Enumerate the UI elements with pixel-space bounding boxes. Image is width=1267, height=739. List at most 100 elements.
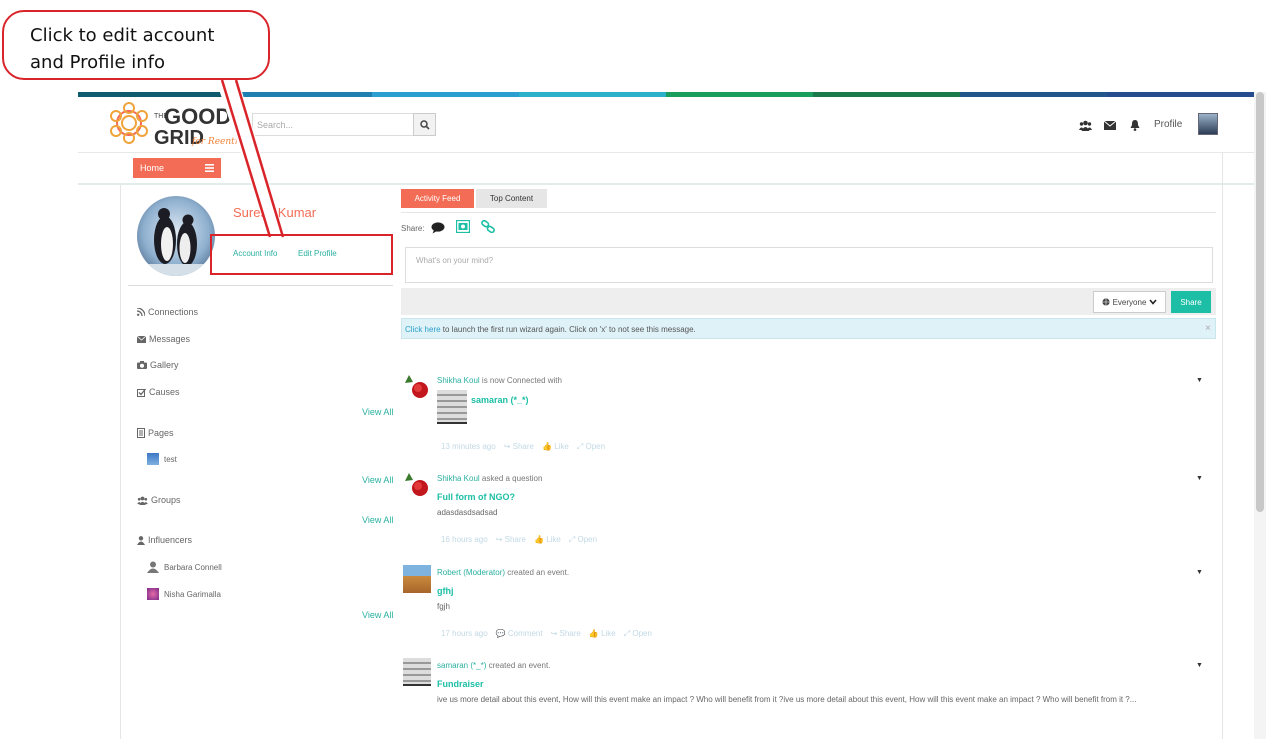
bell-icon[interactable] bbox=[1128, 118, 1142, 132]
post-actions: 17 hours ago 💬 Comment ↪ Share 👍 Like ⤢ … bbox=[441, 629, 652, 639]
sidebar-item-connections[interactable]: Connections bbox=[137, 307, 198, 317]
checkbox-icon bbox=[137, 388, 146, 397]
post-title-link[interactable]: Fundraiser bbox=[437, 679, 484, 689]
post-body: fgjh bbox=[437, 602, 450, 611]
share-button[interactable]: Share bbox=[1171, 291, 1211, 313]
post-timestamp: 13 minutes ago bbox=[441, 442, 496, 451]
post-author-avatar[interactable] bbox=[403, 373, 431, 401]
post-title-link[interactable]: gfhj bbox=[437, 586, 454, 596]
post-body: ive us more detail about this event, How… bbox=[437, 695, 1137, 704]
search-button[interactable] bbox=[413, 113, 436, 136]
profile-link[interactable]: Profile bbox=[1154, 119, 1182, 130]
influencer-avatar bbox=[147, 588, 159, 600]
comment-action[interactable]: 💬 Comment bbox=[496, 629, 543, 639]
post-author-link[interactable]: samaran (*_*) bbox=[437, 661, 486, 670]
nav-divider bbox=[78, 183, 1254, 185]
globe-icon bbox=[1101, 298, 1110, 306]
post-author-avatar[interactable] bbox=[403, 471, 431, 499]
groups-icon[interactable] bbox=[1078, 118, 1092, 132]
post-author-link[interactable]: Shikha Koul bbox=[437, 474, 480, 483]
status-textarea[interactable]: What's on your mind? bbox=[405, 247, 1213, 283]
post-author-link[interactable]: Robert (Moderator) bbox=[437, 568, 505, 577]
document-icon bbox=[137, 428, 145, 438]
comment-icon[interactable] bbox=[431, 221, 445, 239]
profile-avatar[interactable] bbox=[137, 196, 215, 276]
tabs-divider bbox=[401, 212, 1216, 213]
envelope-icon[interactable] bbox=[1103, 118, 1117, 132]
groups-icon bbox=[137, 496, 148, 505]
menu-icon bbox=[205, 164, 214, 172]
post-title-link[interactable]: Full form of NGO? bbox=[437, 492, 515, 502]
envelope-icon bbox=[137, 335, 146, 343]
post-body: adasdasdsadsad bbox=[437, 508, 498, 517]
sidebar-divider bbox=[128, 285, 393, 286]
sidebar-item-messages[interactable]: Messages bbox=[137, 334, 190, 344]
pages-view-all-link[interactable]: View All bbox=[362, 475, 393, 485]
photo-icon[interactable] bbox=[455, 219, 471, 238]
profile-name: Suresh Kumar bbox=[233, 205, 317, 220]
user-icon bbox=[147, 561, 159, 573]
header-divider bbox=[78, 152, 1254, 153]
sidebar-item-pages[interactable]: Pages bbox=[137, 428, 174, 438]
audience-dropdown[interactable]: Everyone bbox=[1093, 291, 1166, 313]
open-action[interactable]: ⤢ Open bbox=[577, 442, 605, 452]
post-meta: Shikha Koul asked a question bbox=[437, 474, 543, 483]
post-menu-caret[interactable]: ▼ bbox=[1196, 569, 1203, 576]
tab-activity-feed[interactable]: Activity Feed bbox=[401, 189, 474, 208]
share-action[interactable]: ↪ Share bbox=[496, 535, 526, 545]
post-timestamp: 17 hours ago bbox=[441, 629, 488, 638]
camera-icon bbox=[137, 361, 147, 369]
close-icon[interactable]: × bbox=[1205, 323, 1211, 334]
chevron-down-icon bbox=[1149, 299, 1157, 305]
post-meta: Shikha Koul is now Connected with bbox=[437, 376, 562, 385]
connection-avatar[interactable] bbox=[437, 390, 467, 424]
open-action[interactable]: ⤢ Open bbox=[569, 535, 597, 545]
like-action[interactable]: 👍 Like bbox=[542, 442, 569, 452]
user-icon bbox=[137, 535, 145, 545]
link-icon[interactable] bbox=[481, 219, 495, 238]
info-banner: Click here to launch the first run wizar… bbox=[401, 318, 1216, 339]
page-thumbnail bbox=[147, 453, 159, 465]
causes-view-all-link[interactable]: View All bbox=[362, 407, 393, 417]
search-input[interactable]: Search... bbox=[252, 113, 414, 136]
post-menu-caret[interactable]: ▼ bbox=[1196, 377, 1203, 384]
scrollbar-thumb[interactable] bbox=[1256, 92, 1264, 512]
post-title-link[interactable]: samaran (*_*) bbox=[471, 395, 529, 405]
good-grid-logo[interactable]: THE GOOD GRID for Reentry bbox=[108, 100, 248, 150]
post-meta: Robert (Moderator) created an event. bbox=[437, 568, 570, 577]
influencer-item[interactable]: Nisha Garimalla bbox=[147, 588, 221, 600]
share-action[interactable]: ↪ Share bbox=[504, 442, 534, 452]
content-border bbox=[1222, 153, 1223, 739]
rss-icon bbox=[137, 308, 145, 316]
post-menu-caret[interactable]: ▼ bbox=[1196, 475, 1203, 482]
sidebar-item-groups[interactable]: Groups bbox=[137, 495, 181, 505]
post-actions: 13 minutes ago ↪ Share 👍 Like ⤢ Open bbox=[441, 442, 605, 452]
post-actions: 16 hours ago ↪ Share 👍 Like ⤢ Open bbox=[441, 535, 597, 545]
page-item-test[interactable]: test bbox=[147, 453, 177, 465]
header-color-stripe bbox=[78, 92, 1254, 97]
home-nav-button[interactable]: Home bbox=[133, 158, 221, 178]
open-action[interactable]: ⤢ Open bbox=[624, 629, 652, 639]
sidebar-border bbox=[120, 185, 121, 739]
tab-top-content[interactable]: Top Content bbox=[476, 189, 547, 208]
like-action[interactable]: 👍 Like bbox=[534, 535, 561, 545]
sidebar-item-causes[interactable]: Causes bbox=[137, 387, 180, 397]
annotation-highlight-box bbox=[210, 234, 393, 275]
svg-text:for Reentry: for Reentry bbox=[191, 137, 245, 147]
share-action[interactable]: ↪ Share bbox=[551, 629, 581, 639]
post-author-avatar[interactable] bbox=[403, 565, 431, 593]
post-meta: samaran (*_*) created an event. bbox=[437, 661, 551, 670]
sidebar-item-influencers[interactable]: Influencers bbox=[137, 535, 192, 545]
influencer-item[interactable]: Barbara Connell bbox=[147, 561, 222, 573]
annotation-text: Click to edit account and Profile info bbox=[30, 25, 215, 73]
like-action[interactable]: 👍 Like bbox=[589, 629, 616, 639]
post-author-avatar[interactable] bbox=[403, 658, 431, 686]
post-author-link[interactable]: Shikha Koul bbox=[437, 376, 480, 385]
first-run-wizard-link[interactable]: Click here bbox=[405, 325, 441, 334]
post-menu-caret[interactable]: ▼ bbox=[1196, 662, 1203, 669]
groups-view-all-link[interactable]: View All bbox=[362, 515, 393, 525]
user-avatar[interactable] bbox=[1198, 113, 1218, 135]
sidebar-item-gallery[interactable]: Gallery bbox=[137, 360, 179, 370]
influencers-view-all-link[interactable]: View All bbox=[362, 610, 393, 620]
post-timestamp: 16 hours ago bbox=[441, 535, 488, 544]
